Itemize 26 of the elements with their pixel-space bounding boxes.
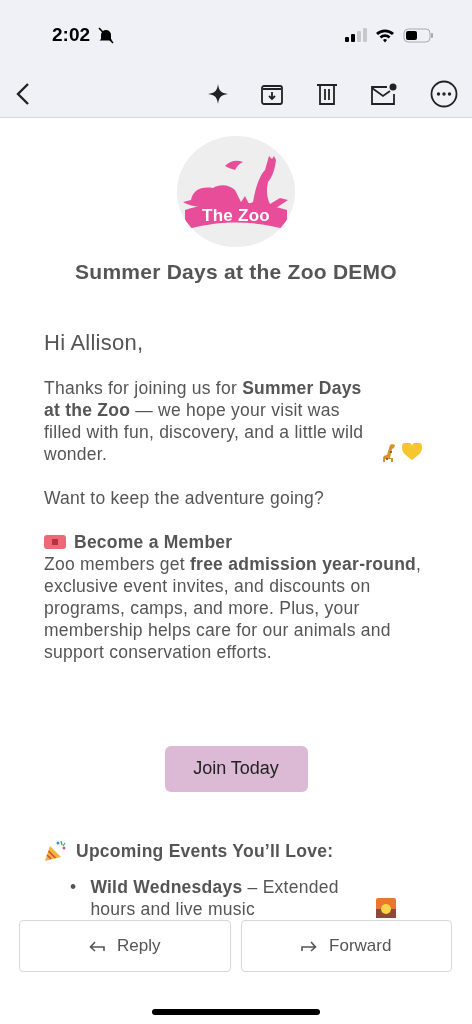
giraffe-icon xyxy=(380,443,398,463)
forward-button[interactable]: Forward xyxy=(240,920,452,972)
ticket-icon xyxy=(44,534,66,550)
reply-icon xyxy=(89,940,105,952)
signal-icon xyxy=(345,28,367,42)
more-button[interactable] xyxy=(430,78,458,109)
logo-text: The Zoo xyxy=(201,205,271,227)
email-subject: Summer Days at the Zoo DEMO xyxy=(74,261,398,283)
events-heading: Upcoming Events You’ll Love: xyxy=(76,840,334,862)
heart-icon xyxy=(402,443,422,461)
member-heading: Become a Member xyxy=(74,531,233,553)
forward-icon xyxy=(301,940,318,952)
reply-button[interactable]: Reply xyxy=(19,920,231,972)
party-popper-icon xyxy=(44,840,68,862)
bullet: • xyxy=(70,876,77,899)
member-paragraph: Zoo members get free admission year-round, exclusive event invites, and discounts on programs, camps, and more. Plus, your membership helps care for our animals and support conservation efforts. xyxy=(44,553,423,663)
wifi-icon xyxy=(375,27,395,43)
sunset-icon xyxy=(376,898,397,918)
join-today-button[interactable]: Join Today xyxy=(164,746,308,792)
greeting: Hi Allison, xyxy=(44,329,145,357)
muted-bell-icon xyxy=(98,26,115,44)
event-item: Wild Wednesdays – Extended hours and live music xyxy=(90,876,340,920)
battery-icon xyxy=(403,27,434,43)
question: Want to keep the adventure going? xyxy=(44,487,325,509)
intro-paragraph: Thanks for joining us for Summer Days at the Zoo — we hope your visit was filled with fun, discovery, and a little wild wonder. xyxy=(44,377,365,465)
status-time: 2:02 xyxy=(52,24,91,46)
